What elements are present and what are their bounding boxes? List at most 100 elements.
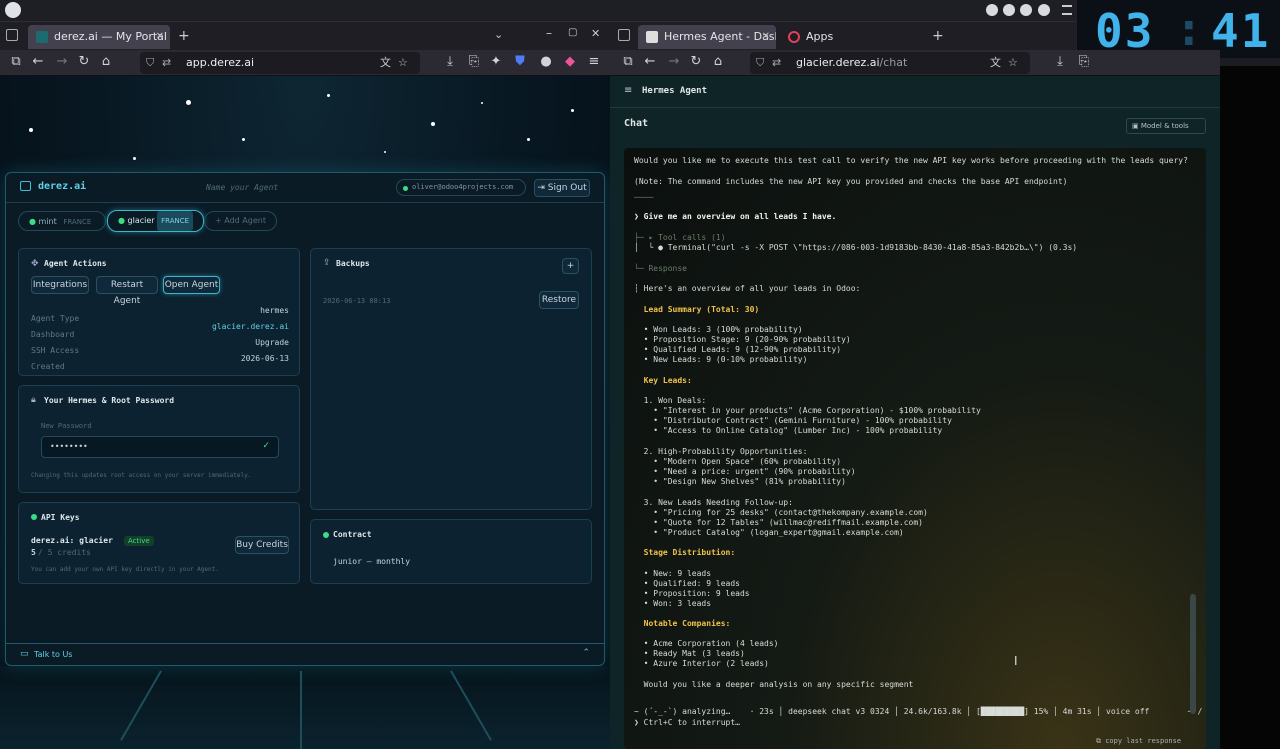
- translate-icon[interactable]: 文: [990, 52, 1001, 74]
- terminal-line: • "Distributor Contract" (Gemini Furnitu…: [634, 416, 952, 425]
- terminal-line: • "Access to Online Catalog" (Lumber Inc…: [634, 426, 943, 435]
- minimize-icon[interactable]: –: [546, 26, 552, 40]
- add-agent-button[interactable]: + Add Agent: [204, 211, 277, 231]
- dashboard-link[interactable]: glacier.derez.ai: [212, 322, 289, 331]
- hamburger-icon[interactable]: ≡: [624, 85, 632, 96]
- buy-credits-button[interactable]: Buy Credits: [235, 536, 289, 554]
- tab-overview-icon[interactable]: [6, 29, 18, 41]
- translate-icon[interactable]: 文: [380, 52, 391, 74]
- tab-derez-portal[interactable]: derez.ai — My Portal ✕: [28, 25, 170, 49]
- agent-pill-mint[interactable]: ● mint FRANCE: [18, 211, 107, 231]
- scrollbar-thumb[interactable]: [1190, 594, 1196, 714]
- sidebar-icon[interactable]: ⧉: [620, 54, 636, 69]
- tab-overview-icon[interactable]: [618, 29, 630, 41]
- copy-last-response-button[interactable]: ⧉ copy last response: [1096, 737, 1181, 746]
- url-path: /chat: [879, 56, 908, 69]
- home-icon[interactable]: ⌂: [710, 54, 726, 69]
- terminal-output[interactable]: Would you like me to execute this test c…: [624, 148, 1206, 749]
- app-menu-icon[interactable]: ≡: [586, 54, 602, 69]
- restore-button[interactable]: Restore: [539, 291, 579, 309]
- back-icon[interactable]: ←: [30, 54, 46, 69]
- forward-icon[interactable]: →: [54, 54, 70, 69]
- left-tab-strip: derez.ai — My Portal ✕ + ⌄ – ▢ ✕: [0, 22, 610, 50]
- reload-icon[interactable]: ↻: [688, 54, 704, 69]
- grid-line: [300, 671, 302, 749]
- tray-icon-1[interactable]: [986, 4, 998, 16]
- forward-icon[interactable]: →: [666, 54, 682, 69]
- maximize-icon[interactable]: ▢: [568, 27, 577, 38]
- home-icon[interactable]: ⌂: [98, 54, 114, 69]
- terminal-line: Lead Summary (Total: 30): [634, 305, 760, 314]
- hermes-header: ≡ Hermes Agent: [610, 76, 1220, 108]
- open-agent-button[interactable]: Open Agent: [163, 276, 220, 294]
- bitwarden-icon[interactable]: ⛊: [512, 54, 528, 69]
- agent-actions-card: ✥ Agent Actions Integrations Restart Age…: [18, 248, 300, 376]
- right-nav-bar: ⧉ ← → ↻ ⌂ ⛉ ⇄ glacier.derez.ai/chat 文 ☆ …: [610, 50, 1220, 76]
- backup-add-button[interactable]: +: [562, 258, 579, 274]
- check-icon: ✓: [262, 441, 270, 451]
- terminal-line: • Qualified Leads: 9 (12-90% probability…: [634, 345, 842, 354]
- password-title: Your Hermes & Root Password: [44, 396, 175, 405]
- info-row: Created 2026-06-13: [31, 354, 289, 371]
- info-value: hermes: [260, 306, 289, 315]
- reload-icon[interactable]: ↻: [76, 54, 92, 69]
- url-text: app.derez.ai: [186, 56, 255, 69]
- download-icon[interactable]: ⤓: [442, 54, 458, 69]
- sidebar-icon[interactable]: ⧉: [8, 54, 24, 69]
- extensions-icon[interactable]: ✦: [488, 54, 504, 69]
- close-window-icon[interactable]: ✕: [591, 27, 600, 40]
- screenshot-icon[interactable]: ⎘: [1076, 54, 1092, 69]
- api-keys-card: API Keys derez.ai: glacier Active 5 / 5 …: [18, 502, 300, 584]
- terminal-line: • "Product Catalog" (logan_expert@gmail.…: [634, 528, 904, 537]
- user-email-chip: oliver@odoo4projects.com: [396, 179, 526, 196]
- integrations-button[interactable]: Integrations: [31, 276, 89, 294]
- upload-icon: ⇪: [323, 258, 331, 268]
- shield-icon: ⛉: [146, 56, 155, 69]
- model-tools-button[interactable]: ▣ Model & tools: [1126, 118, 1206, 134]
- tab-hermes-dashboard[interactable]: Hermes Agent - Dashbo ✕: [638, 25, 776, 49]
- left-url-bar[interactable]: ⛉ ⇄ app.derez.ai 文 ☆: [140, 52, 420, 74]
- os-menu-icon[interactable]: [5, 2, 21, 18]
- telegram-icon[interactable]: [1020, 4, 1032, 16]
- tray-icon-2[interactable]: [1003, 4, 1015, 16]
- new-tab-icon[interactable]: +: [932, 28, 944, 44]
- star: [481, 102, 483, 104]
- password-card: 🔒︎ Your Hermes & Root Password New Passw…: [18, 385, 300, 493]
- back-icon[interactable]: ←: [642, 54, 658, 69]
- download-icon[interactable]: ⤓: [1052, 54, 1068, 69]
- password-input[interactable]: •••••••• ✓: [41, 436, 279, 458]
- screenshot-icon[interactable]: ⎘: [466, 54, 482, 69]
- terminal-line: • "Need a price: urgent" (90% probabilit…: [634, 467, 856, 476]
- agent-pill-glacier[interactable]: ● glacier FRANCE: [107, 210, 205, 232]
- agent-name-input[interactable]: Name your Agent: [206, 183, 278, 192]
- contract-plan: junior – monthly: [333, 557, 411, 566]
- model-tools-label: Model & tools: [1140, 122, 1189, 130]
- derez-portal-page: derez.ai Name your Agent oliver@odoo4pro…: [0, 76, 610, 749]
- tray-icon-4[interactable]: [1038, 4, 1050, 16]
- bookmark-star-icon[interactable]: ☆: [398, 52, 408, 74]
- backup-entry: 2026-06-13 08:13: [323, 297, 391, 305]
- close-tab-icon[interactable]: ✕: [156, 25, 164, 49]
- sign-out-button[interactable]: ⇥ Sign Out: [534, 179, 590, 197]
- extension-icon[interactable]: ●: [538, 54, 554, 69]
- password-hint: Changing this updates root access on you…: [31, 472, 252, 479]
- tab-list-icon[interactable]: ⌄: [494, 28, 503, 41]
- menu-icon[interactable]: [1062, 5, 1072, 15]
- extension-2-icon[interactable]: ◆: [562, 54, 578, 69]
- ssh-upgrade-link[interactable]: Upgrade: [255, 338, 289, 347]
- info-row: SSH Access Upgrade: [31, 338, 289, 355]
- chat-title: Chat: [624, 118, 649, 129]
- close-tab-icon[interactable]: ✕: [762, 25, 770, 49]
- bookmark-star-icon[interactable]: ☆: [1008, 52, 1018, 74]
- clock-colon: :: [1175, 2, 1205, 56]
- agent-name: mint: [38, 217, 57, 226]
- terminal-line: Stage Distribution:: [634, 548, 736, 557]
- right-url-bar[interactable]: ⛉ ⇄ glacier.derez.ai/chat 文 ☆: [750, 52, 1030, 74]
- restart-agent-button[interactable]: Restart Agent: [96, 276, 158, 306]
- talk-to-us-bar[interactable]: ▭ Talk to Us ⌃: [6, 643, 604, 665]
- new-tab-icon[interactable]: +: [178, 28, 190, 44]
- permissions-icon: ⇄: [162, 56, 172, 69]
- star: [327, 94, 330, 97]
- terminal-line: 1. Won Deals:: [634, 396, 707, 405]
- tab-apps[interactable]: Apps: [780, 25, 910, 49]
